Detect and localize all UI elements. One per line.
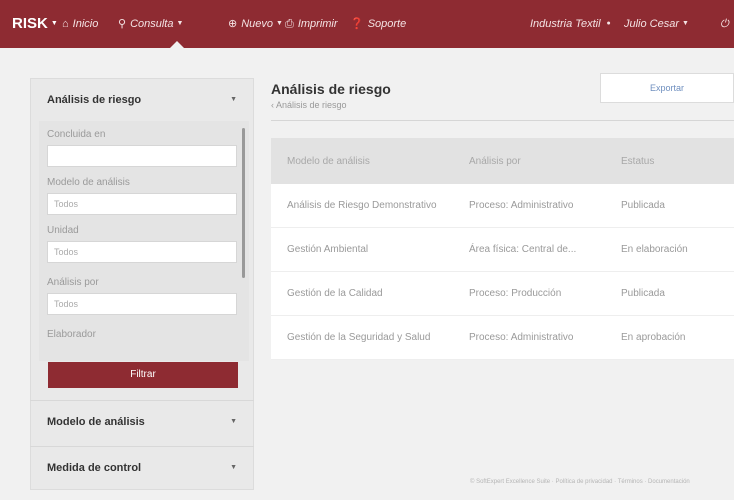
sidebar-section-modelo[interactable]: Modelo de análisis ▼	[31, 401, 253, 443]
company-selector[interactable]: Industria Textil ●	[530, 0, 611, 48]
home-icon: ⌂	[62, 18, 69, 30]
nav-soporte[interactable]: ❓ Soporte	[350, 0, 406, 48]
modelo-analisis-select[interactable]: Todos	[47, 193, 237, 215]
filter-label: Modelo de análisis	[47, 177, 130, 188]
filter-scrollbar[interactable]	[242, 128, 245, 278]
sidebar-section-analisis[interactable]: Análisis de riesgo ▼	[31, 79, 253, 121]
chevron-down-icon: ●	[606, 20, 611, 28]
table-header: Modelo de análisis Análisis por Estatus	[271, 138, 734, 184]
nav-nuevo-label: Nuevo	[241, 18, 274, 30]
filter-label: Análisis por	[47, 277, 99, 288]
nav-inicio[interactable]: ⌂ Inicio	[62, 0, 98, 48]
table-cell: Proceso: Administrativo	[469, 200, 574, 211]
user-name: Julio Cesar	[624, 18, 680, 30]
chevron-down-icon: ▼	[230, 418, 237, 425]
nav-inicio-label: Inicio	[72, 18, 99, 30]
chevron-down-icon: ▼	[50, 20, 58, 28]
chevron-down-icon: ▼	[230, 464, 237, 471]
divider	[271, 120, 734, 121]
sidebar-section-medida[interactable]: Medida de control ▼	[31, 447, 253, 489]
sidebar-section-title: Modelo de análisis	[47, 416, 145, 428]
filter-label: Elaborador	[47, 329, 96, 340]
table-row[interactable]: Análisis de Riesgo Demonstrativo Proceso…	[271, 184, 734, 228]
sidebar-section-title: Medida de control	[47, 462, 142, 474]
chevron-down-icon: ▼	[230, 96, 237, 103]
table-cell: Gestión Ambiental	[287, 244, 369, 255]
filter-panel: Concluida en Modelo de análisis Todos Un…	[39, 121, 249, 361]
nav-nuevo[interactable]: ⊕ Nuevo ▼	[228, 0, 283, 48]
table-cell: Área física: Central de...	[469, 244, 577, 255]
table-cell: Gestión de la Seguridad y Salud	[287, 332, 431, 343]
table-cell: Publicada	[621, 200, 665, 211]
plus-icon: ⊕	[228, 18, 238, 30]
power-icon[interactable]: ⏻	[720, 0, 729, 48]
divider	[30, 446, 254, 447]
table-cell: Proceso: Producción	[469, 288, 562, 299]
table-row[interactable]: Gestión de la Calidad Proceso: Producció…	[271, 272, 734, 316]
top-navigation-bar: RISK ▼ ⌂ Inicio ⚲ Consulta ▼ ⊕ Nuevo ▼ ⎙ Imprim…	[0, 0, 734, 48]
table-cell: Análisis de Riesgo Demonstrativo	[287, 200, 437, 211]
filter-sidebar: Análisis de riesgo ▼ Concluida en Modelo…	[30, 78, 254, 490]
chevron-down-icon: ▼	[276, 20, 283, 28]
table-cell: En elaboración	[621, 244, 688, 255]
search-icon: ⚲	[118, 18, 127, 30]
help-icon: ❓	[350, 18, 364, 30]
filter-label: Concluida en	[47, 129, 106, 140]
page-title: Análisis de riesgo	[271, 81, 391, 97]
print-icon: ⎙	[285, 18, 294, 30]
footer-text: © SoftExpert Excellence Suite · Política…	[470, 479, 690, 485]
filter-button[interactable]: Filtrar	[48, 362, 238, 388]
nav-imprimir-label: Imprimir	[297, 18, 338, 30]
nav-consulta-label: Consulta	[130, 18, 174, 30]
analisis-por-select[interactable]: Todos	[47, 293, 237, 315]
nav-soporte-label: Soporte	[367, 18, 407, 30]
table-cell: Publicada	[621, 288, 665, 299]
column-header[interactable]: Modelo de análisis	[287, 138, 467, 184]
concluida-en-input[interactable]	[47, 145, 237, 167]
breadcrumb[interactable]: ‹ Análisis de riesgo	[271, 100, 347, 110]
export-button[interactable]: Exportar	[600, 73, 734, 103]
sidebar-section-title: Análisis de riesgo	[47, 94, 142, 106]
user-menu[interactable]: Julio Cesar ▼	[624, 0, 689, 48]
active-nav-indicator	[170, 41, 184, 48]
table-row[interactable]: Gestión de la Seguridad y Salud Proceso:…	[271, 316, 734, 360]
column-header[interactable]: Análisis por	[469, 138, 605, 184]
nav-imprimir[interactable]: ⎙ Imprimir	[285, 0, 338, 48]
table-cell: Proceso: Administrativo	[469, 332, 574, 343]
chevron-down-icon: ▼	[176, 20, 184, 28]
unidad-select[interactable]: Todos	[47, 241, 237, 263]
company-name: Industria Textil	[530, 18, 601, 30]
table-row[interactable]: Gestión Ambiental Área física: Central d…	[271, 228, 734, 272]
column-header[interactable]: Estatus	[621, 138, 734, 184]
divider	[30, 400, 254, 401]
table-cell: En aprobación	[621, 332, 686, 343]
table-cell: Gestión de la Calidad	[287, 288, 383, 299]
filter-label: Unidad	[47, 225, 79, 236]
brand-menu[interactable]: RISK ▼	[12, 0, 58, 48]
chevron-down-icon: ▼	[682, 20, 689, 28]
brand-logo: RISK	[12, 15, 48, 32]
